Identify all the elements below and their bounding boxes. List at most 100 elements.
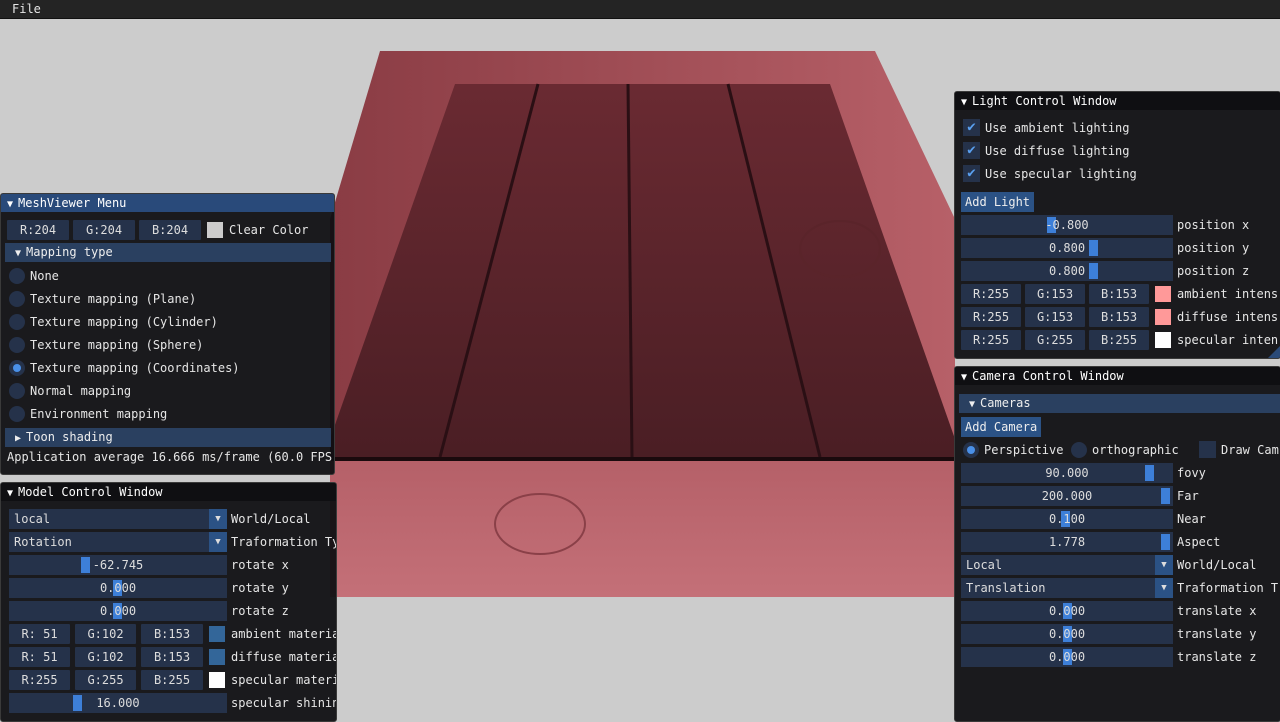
camera-space-label: World/Local [1177,558,1257,572]
specular-b-input[interactable]: B:255 [141,670,203,690]
light-ambient-g[interactable]: G:153 [1025,284,1085,304]
file-menu[interactable]: File [12,2,41,16]
clear-color-label: Clear Color [229,223,309,237]
rotate-x-slider[interactable]: -62.745 [9,555,227,575]
specular-r-input[interactable]: R:255 [9,670,70,690]
mapping-option[interactable]: Texture mapping (Coordinates) [1,358,334,378]
cameras-header[interactable]: ▼ Cameras [959,394,1280,413]
light-specular-g[interactable]: G:255 [1025,330,1085,350]
light-diffuse-g[interactable]: G:153 [1025,307,1085,327]
mapping-option-label: Environment mapping [30,407,168,421]
light-specular-r[interactable]: R:255 [961,330,1021,350]
rotate-y-slider[interactable]: 0.000 [9,578,227,598]
mapping-option[interactable]: Texture mapping (Cylinder) [1,312,334,332]
clear-color-swatch[interactable] [207,222,223,238]
far-slider[interactable]: 200.000 [961,486,1173,506]
light-pos-y-slider[interactable]: 0.800 [961,238,1173,258]
mapping-radio[interactable] [9,337,25,353]
model-transform-combo[interactable]: Rotation ▼ [9,532,227,552]
light-ambient-r[interactable]: R:255 [961,284,1021,304]
checkmark-icon[interactable]: ✔ [963,165,980,182]
checkmark-icon[interactable]: ✔ [963,119,980,136]
mapping-option[interactable]: Environment mapping [1,404,334,424]
mapping-radio[interactable] [9,268,25,284]
ambient-material-swatch[interactable] [209,626,225,642]
meshviewer-title: MeshViewer Menu [18,196,127,210]
mapping-radio[interactable] [9,360,25,376]
toon-shading-header[interactable]: ▶ Toon shading [5,428,331,447]
lighting-check-row[interactable]: ✔ Use specular lighting [955,164,1280,184]
rotate-z-slider[interactable]: 0.000 [9,601,227,621]
far-label: Far [1177,489,1199,503]
ambient-material-label: ambient materia [231,627,337,641]
light-diffuse-label: diffuse intens [1177,310,1279,324]
meshviewer-titlebar[interactable]: ▼ MeshViewer Menu [1,194,334,212]
perspective-radio[interactable] [963,442,979,458]
aspect-slider[interactable]: 1.778 [961,532,1173,552]
translate-y-label: translate y [1177,627,1257,641]
orthographic-radio[interactable] [1071,442,1087,458]
model-space-label: World/Local [231,512,311,526]
light-titlebar[interactable]: ▼ Light Control Window [955,92,1280,110]
shininess-slider[interactable]: 16.000 [9,693,227,713]
shininess-label: specular shinin [231,696,337,710]
light-pos-x-slider[interactable]: -0.800 [961,215,1173,235]
diffuse-g-input[interactable]: G:102 [75,647,136,667]
ambient-g-input[interactable]: G:102 [75,624,136,644]
translate-y-slider[interactable]: 0.000 [961,624,1173,644]
crate-front-plank [330,459,955,597]
specular-material-label: specular materi [231,673,337,687]
checkmark-icon[interactable]: ✔ [963,142,980,159]
lighting-check-label: Use ambient lighting [985,121,1130,135]
mapping-option-label: Normal mapping [30,384,132,398]
clear-r-input[interactable]: R:204 [7,220,69,240]
light-diffuse-b[interactable]: B:153 [1089,307,1149,327]
mapping-option-label: Texture mapping (Plane) [30,292,197,306]
mapping-radio[interactable] [9,406,25,422]
mapping-radio[interactable] [9,314,25,330]
resize-grip[interactable] [1268,346,1280,358]
mapping-radio[interactable] [9,291,25,307]
ambient-r-input[interactable]: R: 51 [9,624,70,644]
mapping-option[interactable]: Texture mapping (Plane) [1,289,334,309]
mapping-option[interactable]: None [1,266,334,286]
orthographic-label: orthographic [1092,443,1179,457]
light-ambient-b[interactable]: B:153 [1089,284,1149,304]
add-camera-button[interactable]: Add Camera [961,417,1042,437]
lighting-check-row[interactable]: ✔ Use ambient lighting [955,118,1280,138]
light-control-window: ▼ Light Control Window ✔ Use ambient light… [954,91,1280,359]
mapping-type-header[interactable]: ▼ Mapping type [5,243,331,262]
camera-titlebar[interactable]: ▼ Camera Control Window [955,367,1280,385]
translate-z-label: translate z [1177,650,1257,664]
diffuse-b-input[interactable]: B:153 [141,647,203,667]
light-ambient-swatch[interactable] [1155,286,1171,302]
light-pos-z-label: position z [1177,264,1250,278]
lighting-check-row[interactable]: ✔ Use diffuse lighting [955,141,1280,161]
diffuse-r-input[interactable]: R: 51 [9,647,70,667]
camera-space-combo[interactable]: Local ▼ [961,555,1173,575]
clear-g-input[interactable]: G:204 [73,220,135,240]
light-specular-swatch[interactable] [1155,332,1171,348]
near-slider[interactable]: 0.100 [961,509,1173,529]
model-titlebar[interactable]: ▼ Model Control Window [1,483,336,501]
translate-z-slider[interactable]: 0.000 [961,647,1173,667]
mapping-radio[interactable] [9,383,25,399]
light-diffuse-r[interactable]: R:255 [961,307,1021,327]
clear-b-input[interactable]: B:204 [139,220,201,240]
specular-g-input[interactable]: G:255 [75,670,136,690]
diffuse-material-swatch[interactable] [209,649,225,665]
fovy-slider[interactable]: 90.000 [961,463,1173,483]
ambient-b-input[interactable]: B:153 [141,624,203,644]
camera-transform-combo[interactable]: Translation ▼ [961,578,1173,598]
light-specular-b[interactable]: B:255 [1089,330,1149,350]
mapping-option-label: Texture mapping (Sphere) [30,338,204,352]
mapping-option[interactable]: Normal mapping [1,381,334,401]
model-space-combo[interactable]: local ▼ [9,509,227,529]
draw-camera-checkbox[interactable] [1199,441,1216,458]
add-light-button[interactable]: Add Light [961,192,1035,212]
specular-material-swatch[interactable] [209,672,225,688]
light-pos-z-slider[interactable]: 0.800 [961,261,1173,281]
translate-x-slider[interactable]: 0.000 [961,601,1173,621]
mapping-option[interactable]: Texture mapping (Sphere) [1,335,334,355]
light-diffuse-swatch[interactable] [1155,309,1171,325]
